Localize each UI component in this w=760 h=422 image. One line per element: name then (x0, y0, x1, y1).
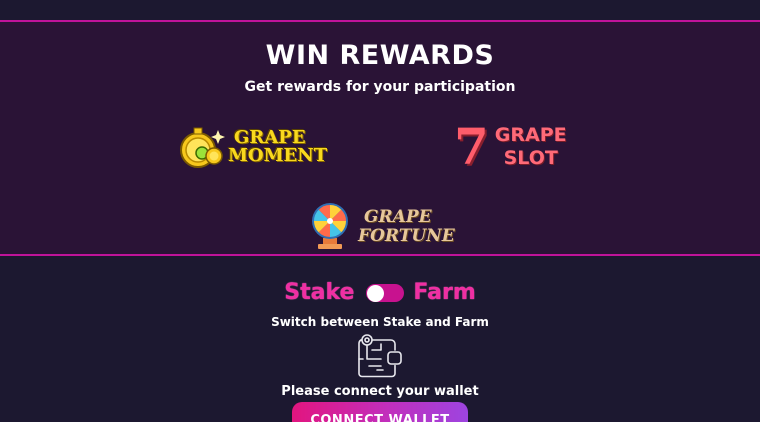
game-grape-moment[interactable]: GRAPE MOMENT (178, 124, 327, 170)
wallet-icon (358, 334, 402, 378)
game-grape-fortune[interactable]: GRAPE FORTUNE (310, 202, 455, 252)
switch-hint: Switch between Stake and Farm (271, 315, 489, 329)
rewards-title: WIN REWARDS (265, 40, 495, 71)
fortune-wheel-icon (312, 203, 348, 249)
slot-seven-glyph: 7 (454, 117, 489, 176)
switch-knob (367, 284, 385, 302)
farm-label[interactable]: Farm (413, 280, 475, 305)
page: WIN REWARDS Get rewards for your partici… (0, 0, 760, 422)
grape-fortune-line1: GRAPE (364, 207, 432, 227)
stake-farm-switch[interactable] (366, 283, 405, 302)
connect-wallet-message: Please connect your wallet (281, 384, 479, 399)
grape-fortune-logo-text: GRAPE FORTUNE (358, 209, 455, 245)
stake-label[interactable]: Stake (284, 280, 354, 305)
grape-slot-line2: SLOT (503, 147, 558, 169)
rewards-subtitle: Get rewards for your participation (244, 79, 516, 95)
game-grape-slot[interactable]: 7 GRAPE SLOT (454, 122, 567, 172)
coin-icon (180, 127, 225, 168)
grape-fortune-line2: FORTUNE (358, 226, 455, 246)
grape-slot-line1: GRAPE (494, 124, 567, 146)
grape-moment-line2: MOMENT (228, 145, 328, 166)
grape-moment-logo-text: GRAPE MOMENT (228, 129, 327, 165)
grape-slot-logo-text: GRAPE SLOT (495, 126, 567, 168)
rewards-banner: WIN REWARDS Get rewards for your partici… (0, 20, 760, 256)
connect-wallet-button[interactable]: CONNECT WALLET (292, 402, 468, 422)
stake-farm-toggle-row: Stake Farm (0, 280, 760, 305)
